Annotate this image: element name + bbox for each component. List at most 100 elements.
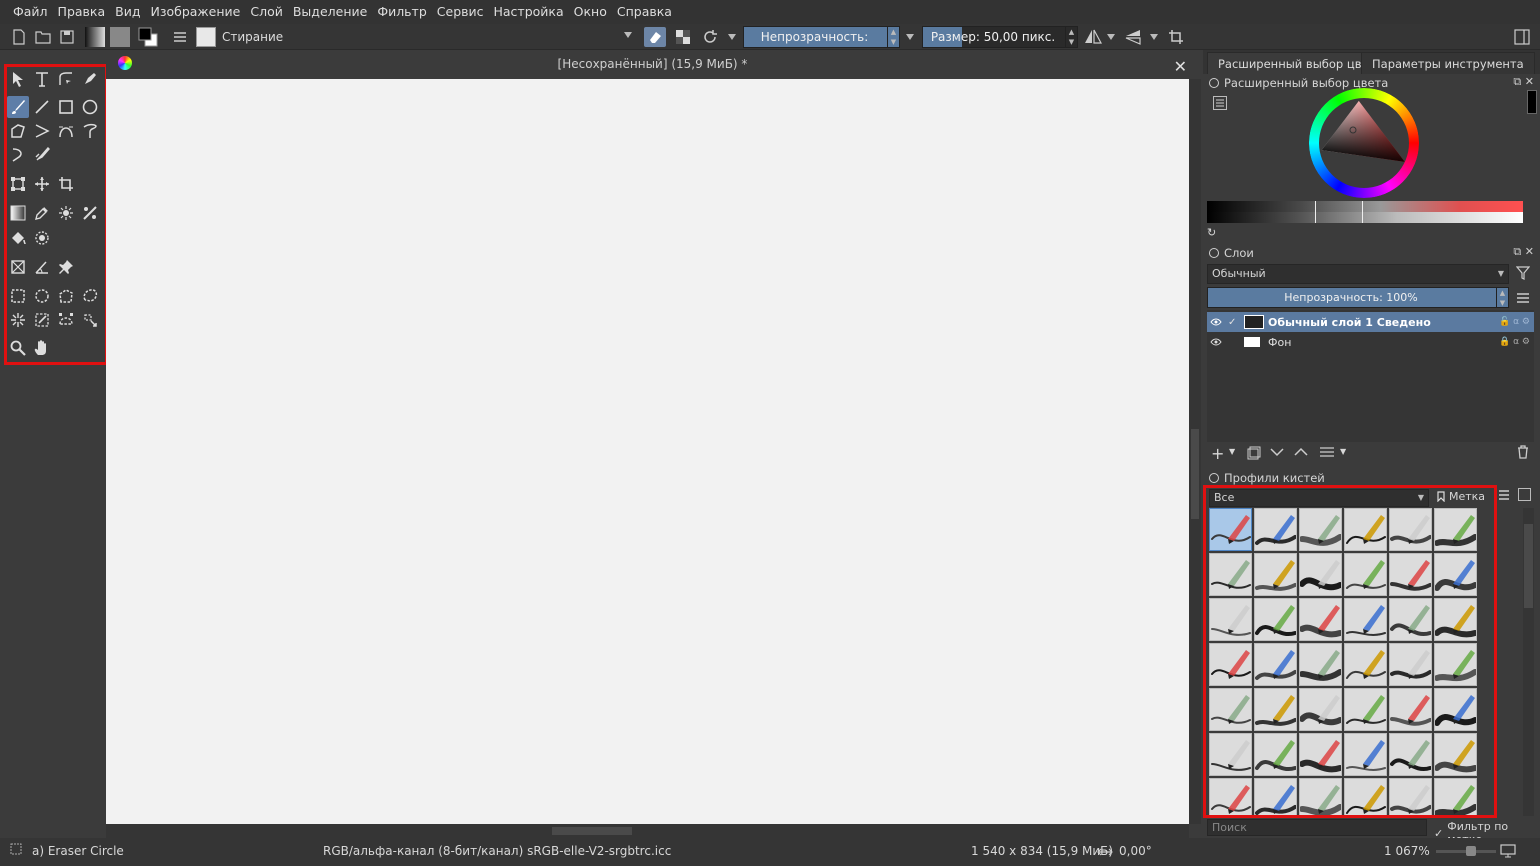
brush-preset-tile[interactable] — [1344, 598, 1387, 641]
bezier-curve-icon[interactable] — [55, 120, 77, 142]
brush-preset-tile[interactable] — [1209, 553, 1252, 596]
brush-preset-tile[interactable] — [1344, 643, 1387, 686]
scrollbar-thumb[interactable] — [1191, 429, 1199, 519]
brush-preset-tile[interactable] — [1299, 643, 1342, 686]
menu-image[interactable]: Изображение — [145, 0, 245, 24]
add-layer-icon[interactable]: + — [1211, 444, 1224, 463]
brush-info-icon[interactable] — [1518, 488, 1531, 501]
brush-preset-tile[interactable] — [1389, 553, 1432, 596]
delete-layer-icon[interactable] — [1517, 445, 1529, 462]
opacity-spin[interactable]: ▲ ▼ — [887, 27, 899, 47]
calligraphy-icon[interactable] — [79, 68, 101, 90]
freehand-select-icon[interactable] — [79, 285, 101, 307]
gradient-swatch-icon[interactable] — [84, 27, 106, 47]
layer-lock-alpha-icons[interactable]: 🔓 α ⚙ — [1499, 317, 1530, 327]
rect-select-icon[interactable] — [7, 285, 29, 307]
layer-properties-dropdown-icon[interactable]: ▼ — [1340, 447, 1346, 456]
brush-preset-tile[interactable] — [1299, 733, 1342, 776]
text-tool-icon[interactable] — [31, 68, 53, 90]
brush-preset-tile[interactable] — [1209, 778, 1252, 815]
blend-mode-select[interactable]: Обычный ▼ — [1207, 264, 1509, 284]
freehand-path-icon[interactable] — [79, 120, 101, 142]
dock-float-close-icons[interactable]: ⧉ ✕ — [1513, 245, 1534, 259]
mirror-h-options-icon[interactable] — [1106, 27, 1116, 47]
ellipse-select-icon[interactable] — [31, 285, 53, 307]
ellipse-tool-icon[interactable] — [79, 96, 101, 118]
brush-preset-tile[interactable] — [1299, 508, 1342, 551]
tag-button[interactable]: Метка — [1437, 490, 1485, 503]
polyline-tool-icon[interactable] — [31, 120, 53, 142]
layer-filter-icon[interactable] — [1515, 266, 1531, 283]
brush-preset-tile[interactable] — [1389, 733, 1432, 776]
wrap-around-icon[interactable] — [1166, 27, 1186, 47]
refresh-colors-icon[interactable]: ↻ — [1207, 226, 1216, 239]
move-tool-icon[interactable] — [31, 173, 53, 195]
opacity-slider[interactable]: Непрозрачность: 100% ▲▼ — [743, 26, 900, 64]
layer-opacity-slider[interactable]: Непрозрачность: 100% ▲ ▼ — [1207, 287, 1509, 308]
menu-settings[interactable]: Настройка — [489, 0, 569, 24]
layer-lock-alpha-icons[interactable]: 🔒 α ⚙ — [1499, 337, 1530, 347]
assistant-tool-icon[interactable] — [79, 202, 101, 224]
polygon-select-icon[interactable] — [55, 285, 77, 307]
brush-preset-tile[interactable] — [1344, 733, 1387, 776]
enclose-fill-icon[interactable] — [31, 227, 53, 249]
select-shapes-icon[interactable] — [7, 68, 29, 90]
brush-preset-tile[interactable] — [1344, 553, 1387, 596]
brush-preset-tile[interactable] — [1434, 778, 1477, 815]
brush-view-mode-icon[interactable] — [1498, 489, 1510, 504]
multibrush-icon[interactable] — [31, 144, 53, 166]
blend-mode-dropdown-icon[interactable] — [726, 27, 738, 47]
measure-tool-icon[interactable] — [31, 256, 53, 278]
magnetic-select-icon[interactable] — [79, 309, 101, 331]
transform-tool-icon[interactable] — [7, 173, 29, 195]
color-wheel[interactable] — [1309, 88, 1419, 198]
brush-preset-tile[interactable] — [1434, 508, 1477, 551]
reference-tool-icon[interactable] — [7, 256, 29, 278]
menu-edit[interactable]: Правка — [53, 0, 111, 24]
brush-preset-tile[interactable] — [1344, 688, 1387, 731]
pan-tool-icon[interactable] — [31, 337, 53, 359]
menu-filter[interactable]: Фильтр — [372, 0, 431, 24]
brush-preset-tile[interactable] — [1209, 508, 1252, 551]
polygon-tool-icon[interactable] — [7, 120, 29, 142]
line-tool-icon[interactable] — [31, 96, 53, 118]
scrollbar-thumb[interactable] — [1524, 524, 1533, 608]
brush-preset-tile[interactable] — [1209, 598, 1252, 641]
size-spin[interactable]: ▲ ▼ — [1065, 27, 1077, 47]
brush-preset-tile[interactable] — [1434, 733, 1477, 776]
close-document-icon[interactable]: ✕ — [1174, 57, 1187, 76]
brush-preset-tile[interactable] — [1254, 688, 1297, 731]
zoom-slider[interactable] — [1436, 846, 1496, 856]
dock-float-close-icons[interactable]: ⧉ ✕ — [1513, 75, 1534, 89]
menu-layer[interactable]: Слой — [245, 0, 288, 24]
brush-preset-tile[interactable] — [1389, 688, 1432, 731]
freehand-brush-icon[interactable] — [7, 96, 29, 118]
rectangle-tool-icon[interactable] — [55, 96, 77, 118]
brush-preset-tile[interactable] — [1389, 778, 1432, 815]
menu-select[interactable]: Выделение — [288, 0, 372, 24]
crop-tool-icon[interactable] — [55, 173, 77, 195]
brush-preset-tile[interactable] — [1299, 598, 1342, 641]
menu-tools[interactable]: Сервис — [432, 0, 489, 24]
open-document-icon[interactable] — [34, 27, 52, 47]
duplicate-layer-icon[interactable] — [1247, 446, 1261, 463]
contiguous-select-icon[interactable] — [7, 309, 29, 331]
add-layer-dropdown-icon[interactable]: ▼ — [1229, 447, 1235, 456]
menu-file[interactable]: Файл — [8, 0, 53, 24]
eye-icon[interactable] — [1210, 316, 1224, 329]
fill-tool-icon[interactable] — [7, 227, 29, 249]
pin-tool-icon[interactable] — [55, 256, 77, 278]
move-layer-up-icon[interactable] — [1294, 446, 1308, 460]
brush-tag-filter-select[interactable]: Все ▼ — [1209, 489, 1429, 507]
move-layer-down-icon[interactable] — [1270, 446, 1284, 460]
brush-list-scrollbar[interactable] — [1523, 508, 1534, 816]
canvas-horizontal-scrollbar[interactable] — [106, 824, 1189, 838]
brush-preset-tile[interactable] — [1344, 508, 1387, 551]
dynamic-brush-icon[interactable] — [7, 144, 29, 166]
brush-preset-tile[interactable] — [1299, 688, 1342, 731]
brush-search-input[interactable]: Поиск — [1207, 819, 1427, 836]
brush-preset-tile[interactable] — [1389, 598, 1432, 641]
brush-preset-tile[interactable] — [1389, 508, 1432, 551]
brush-preset-tile[interactable] — [1254, 778, 1297, 815]
smart-patch-icon[interactable] — [55, 202, 77, 224]
